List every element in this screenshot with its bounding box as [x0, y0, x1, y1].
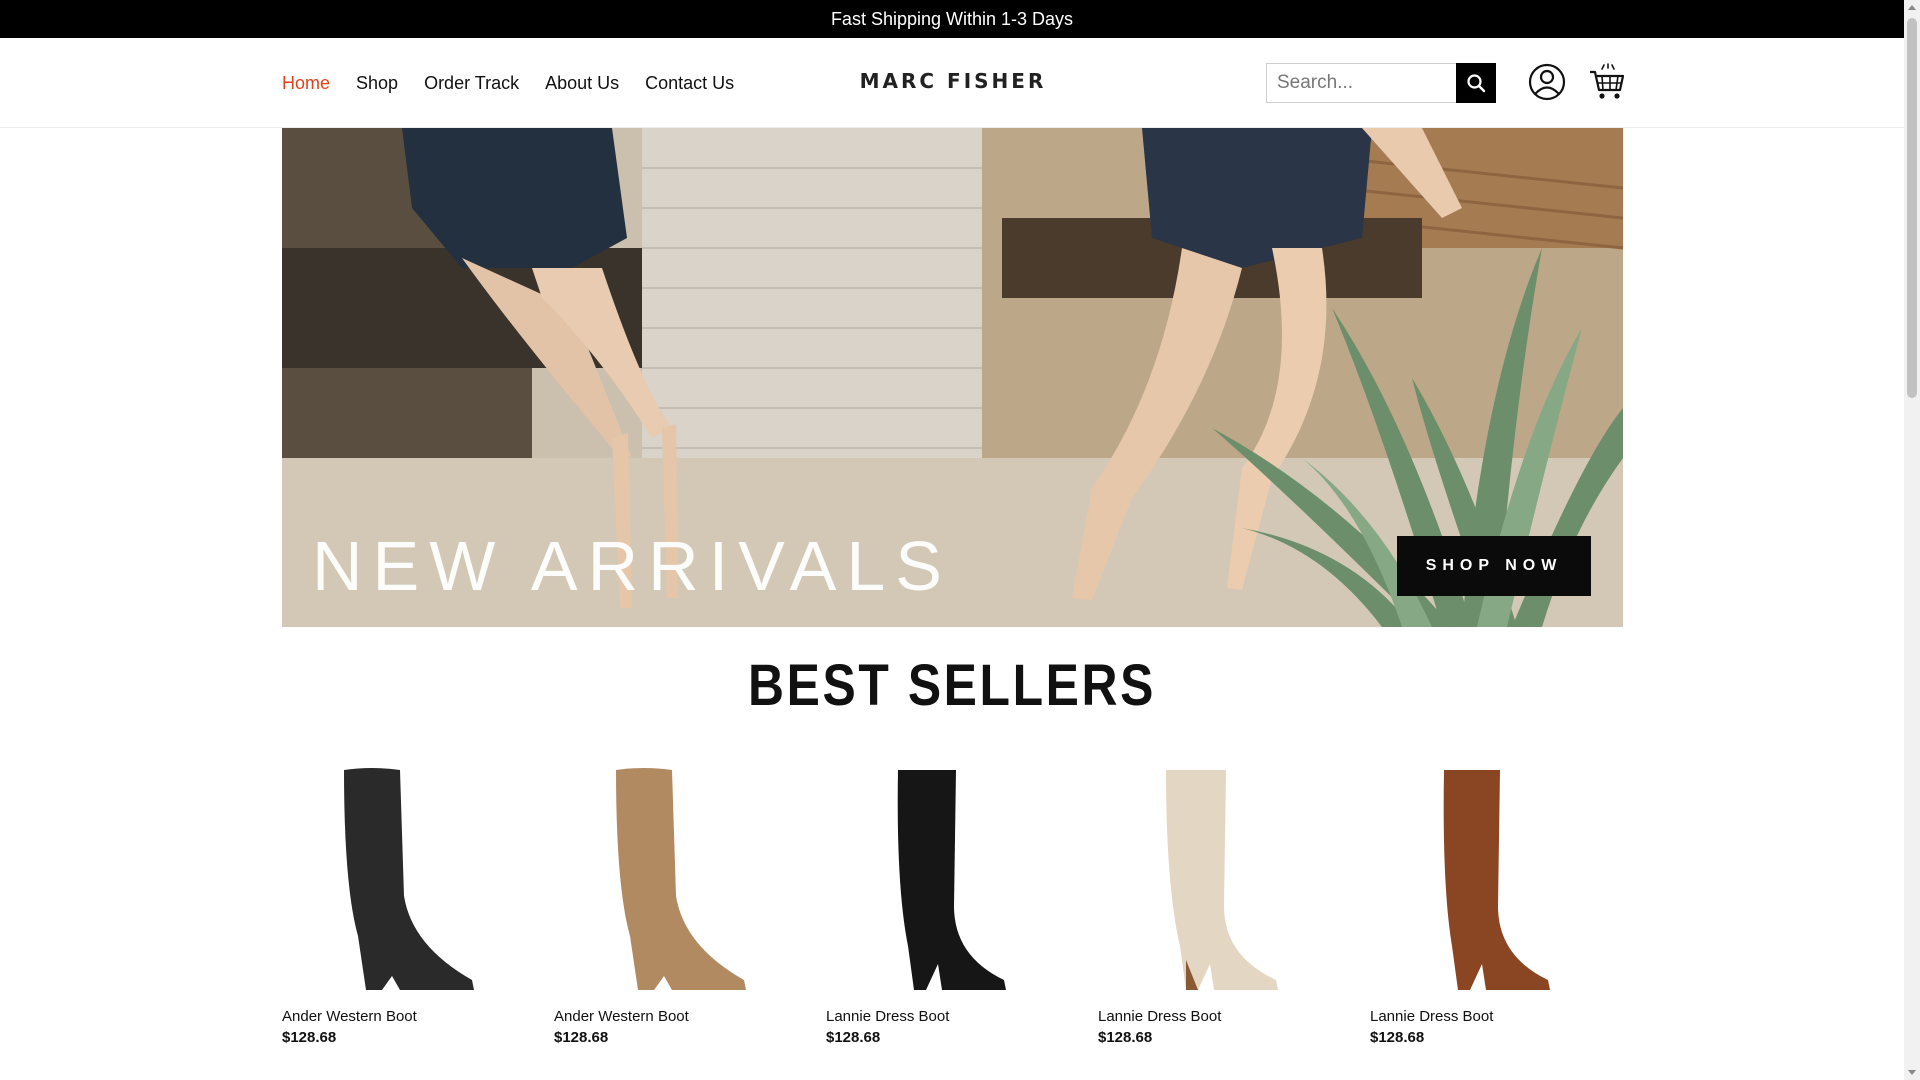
product-name[interactable]: Lannie Dress Boot: [826, 1008, 949, 1025]
product-name[interactable]: Lannie Dress Boot: [1098, 1008, 1221, 1025]
site-header: Home Shop Order Track About Us Contact U…: [0, 38, 1904, 128]
scrollbar-thumb[interactable]: [1907, 18, 1917, 398]
cart-icon: [1590, 63, 1625, 99]
main-nav: Home Shop Order Track About Us Contact U…: [282, 38, 734, 128]
search-button[interactable]: [1456, 63, 1496, 103]
boot-image: [1443, 770, 1550, 990]
nav-home[interactable]: Home: [282, 73, 330, 94]
nav-contact-us[interactable]: Contact Us: [645, 73, 734, 94]
search-icon: [1467, 74, 1486, 93]
hero-title: NEW ARRIVALS: [312, 527, 952, 605]
product-name[interactable]: Ander Western Boot: [554, 1008, 689, 1025]
boot-image: [616, 768, 746, 990]
brand-logo[interactable]: MARC FISHER: [858, 68, 1048, 94]
product-card[interactable]: Lannie Dress Boot $128.68: [1098, 766, 1348, 1056]
scroll-up-icon[interactable]: [1908, 5, 1916, 10]
boot-image: [1166, 770, 1278, 990]
product-price: $128.68: [1370, 1029, 1425, 1046]
announcement-bar: Fast Shipping Within 1-3 Days: [0, 0, 1904, 38]
product-grid: Ander Western Boot $128.68 Ander Western…: [282, 766, 1623, 1056]
search-input[interactable]: [1266, 63, 1456, 103]
product-card[interactable]: Lannie Dress Boot $128.68: [826, 766, 1076, 1056]
shop-now-button[interactable]: SHOP NOW: [1397, 536, 1591, 596]
product-price: $128.68: [554, 1029, 609, 1046]
boot-image: [897, 770, 1006, 990]
search-form: [1266, 63, 1496, 103]
hero-banner[interactable]: NEW ARRIVALS SHOP NOW: [282, 128, 1623, 627]
nav-about-us[interactable]: About Us: [545, 73, 619, 94]
product-price: $128.68: [282, 1029, 337, 1046]
product-name[interactable]: Lannie Dress Boot: [1370, 1008, 1493, 1025]
announcement-text: Fast Shipping Within 1-3 Days: [830, 8, 1074, 29]
user-icon: [1528, 63, 1566, 101]
product-card[interactable]: Lannie Dress Boot $128.68: [1370, 766, 1620, 1056]
nav-shop[interactable]: Shop: [356, 73, 398, 94]
nav-order-track[interactable]: Order Track: [424, 73, 519, 94]
best-sellers-heading: BEST SELLERS: [748, 653, 1156, 718]
scroll-down-icon[interactable]: [1908, 1070, 1916, 1075]
product-card[interactable]: Ander Western Boot $128.68: [554, 766, 804, 1056]
cart-button[interactable]: [1588, 62, 1626, 102]
product-price: $128.68: [1098, 1029, 1153, 1046]
account-button[interactable]: [1528, 63, 1566, 101]
page-scrollbar[interactable]: [1904, 0, 1920, 1080]
product-name[interactable]: Ander Western Boot: [282, 1008, 417, 1025]
product-card[interactable]: Ander Western Boot $128.68: [282, 766, 532, 1056]
boot-image: [344, 768, 474, 990]
product-price: $128.68: [826, 1029, 881, 1046]
